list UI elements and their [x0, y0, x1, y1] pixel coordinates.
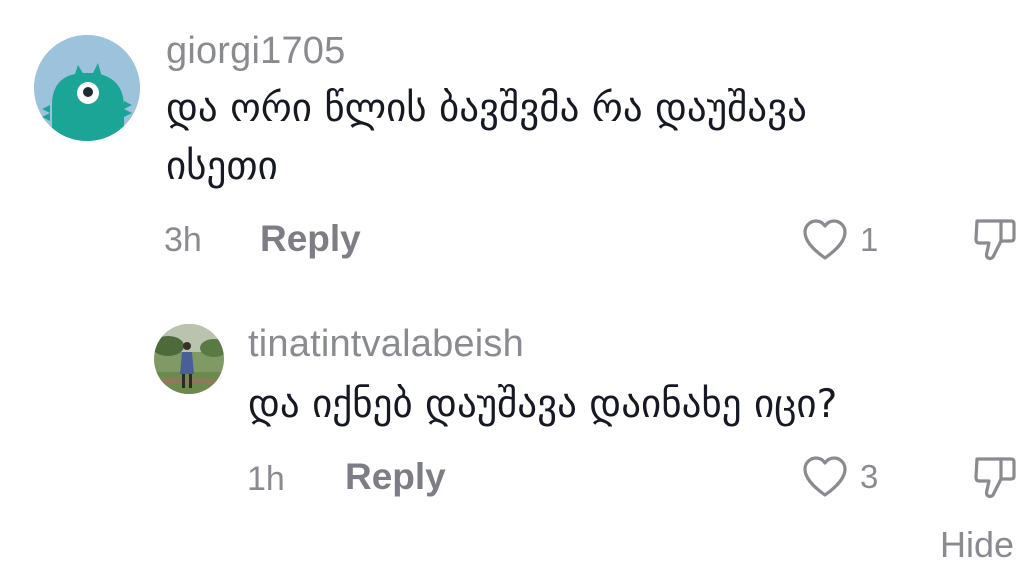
- reply-button[interactable]: Reply: [260, 218, 361, 260]
- like-count: 1: [860, 221, 879, 258]
- like-count: 3: [860, 458, 879, 495]
- comment-timestamp: 1h: [247, 460, 285, 498]
- comment-timestamp: 3h: [164, 221, 202, 259]
- like-button[interactable]: [801, 455, 849, 499]
- comment-text-line: ისეთი: [166, 144, 278, 189]
- dislike-button[interactable]: [973, 455, 1017, 501]
- like-button[interactable]: [801, 218, 849, 262]
- comment-text-line: და ორი წლის ბავშვმა რა დაუშავა: [166, 86, 807, 131]
- thumbs-down-icon: [974, 457, 1016, 499]
- monster-avatar-icon: [34, 35, 140, 141]
- comment-username[interactable]: giorgi1705: [166, 30, 345, 73]
- photo-avatar-icon: [154, 324, 224, 394]
- avatar[interactable]: [34, 35, 140, 141]
- hide-replies-button[interactable]: Hide: [940, 524, 1014, 566]
- reply-button[interactable]: Reply: [345, 456, 446, 498]
- heart-icon: [803, 219, 847, 260]
- comment-username[interactable]: tinatintvalabeish: [248, 323, 524, 366]
- avatar[interactable]: [154, 324, 224, 394]
- comment-text-line: და იქნებ დაუშავა დაინახე იცი?: [248, 382, 838, 427]
- comment-item: giorgi1705 და ორი წლის ბავშვმა რა დაუშავ…: [0, 0, 1024, 290]
- thumbs-down-icon: [974, 219, 1016, 261]
- comment-item: tinatintvalabeish და იქნებ დაუშავა დაინა…: [0, 300, 1024, 542]
- dislike-button[interactable]: [973, 217, 1017, 263]
- heart-icon: [803, 456, 847, 497]
